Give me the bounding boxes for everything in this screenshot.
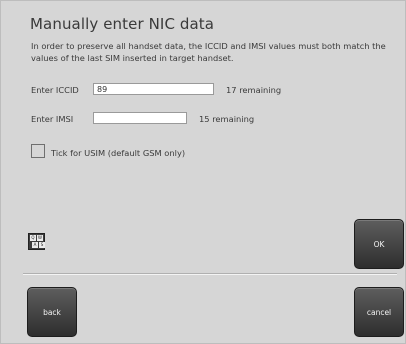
nic-data-dialog: Manually enter NIC data In order to pres… [0, 0, 406, 344]
cancel-button-label: cancel [366, 307, 392, 317]
keyboard-key: S [39, 242, 45, 248]
keyboard-key: A [32, 242, 38, 248]
imsi-label: Enter IMSI [31, 114, 74, 124]
iccid-remaining: 17 remaining [226, 85, 282, 95]
keyboard-key: W [37, 235, 43, 241]
imsi-input[interactable] [93, 112, 187, 124]
back-button[interactable]: back [27, 287, 77, 337]
keyboard-icon[interactable]: Q W A S [28, 233, 45, 250]
dialog-description: In order to preserve all handset data, t… [31, 41, 386, 63]
iccid-label: Enter ICCID [31, 85, 79, 95]
back-button-label: back [43, 307, 61, 317]
iccid-input[interactable] [93, 83, 214, 95]
usim-checkbox-label: Tick for USIM (default GSM only) [51, 148, 186, 158]
ok-button[interactable]: OK [354, 219, 404, 269]
keyboard-key: Q [30, 235, 36, 241]
dialog-title: Manually enter NIC data [30, 15, 215, 33]
imsi-remaining: 15 remaining [199, 114, 255, 124]
cancel-button[interactable]: cancel [354, 287, 404, 337]
divider [23, 273, 397, 275]
ok-button-label: OK [373, 239, 385, 249]
usim-checkbox[interactable] [31, 144, 45, 158]
